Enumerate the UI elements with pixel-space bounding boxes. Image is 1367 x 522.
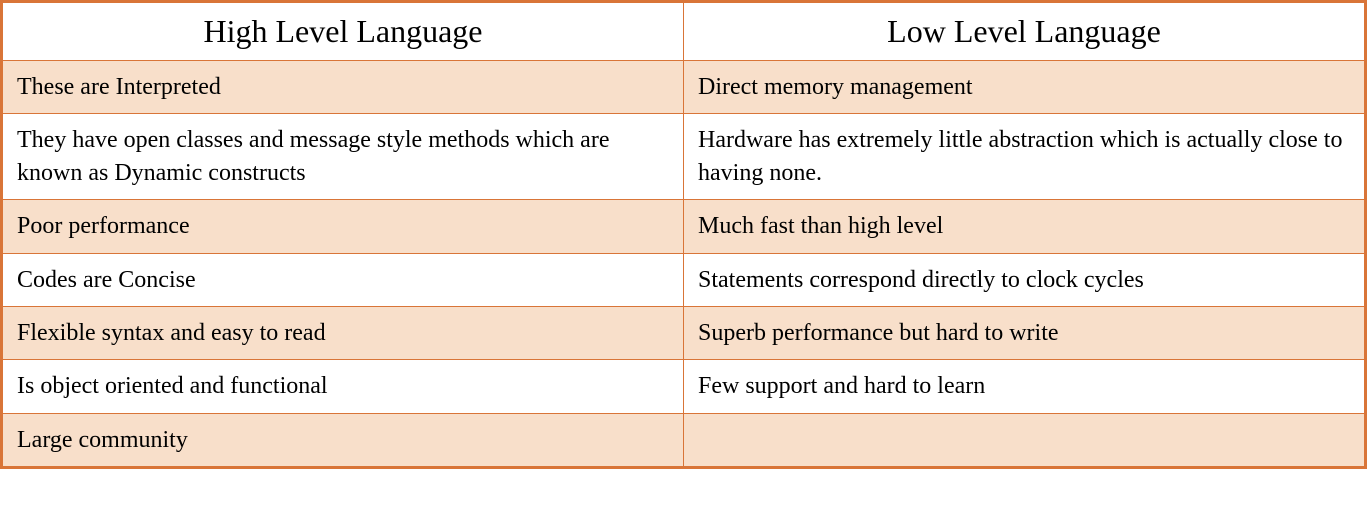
cell-low-level: Statements correspond directly to clock …	[684, 253, 1365, 306]
table-row: Flexible syntax and easy to read Superb …	[3, 306, 1365, 359]
header-high-level: High Level Language	[3, 3, 684, 61]
table-header-row: High Level Language Low Level Language	[3, 3, 1365, 61]
cell-low-level: Superb performance but hard to write	[684, 306, 1365, 359]
comparison-table: High Level Language Low Level Language T…	[2, 2, 1365, 467]
cell-high-level: Is object oriented and functional	[3, 360, 684, 413]
table-row: Is object oriented and functional Few su…	[3, 360, 1365, 413]
cell-high-level: These are Interpreted	[3, 61, 684, 114]
table-row: They have open classes and message style…	[3, 114, 1365, 200]
cell-low-level: Hardware has extremely little abstractio…	[684, 114, 1365, 200]
cell-high-level: Codes are Concise	[3, 253, 684, 306]
cell-low-level: Few support and hard to learn	[684, 360, 1365, 413]
table-row: Poor performance Much fast than high lev…	[3, 200, 1365, 253]
table-row: These are Interpreted Direct memory mana…	[3, 61, 1365, 114]
cell-high-level: They have open classes and message style…	[3, 114, 684, 200]
cell-low-level	[684, 413, 1365, 466]
cell-low-level: Direct memory management	[684, 61, 1365, 114]
cell-high-level: Poor performance	[3, 200, 684, 253]
header-low-level: Low Level Language	[684, 3, 1365, 61]
comparison-table-container: High Level Language Low Level Language T…	[0, 0, 1367, 469]
table-row: Large community	[3, 413, 1365, 466]
cell-low-level: Much fast than high level	[684, 200, 1365, 253]
cell-high-level: Large community	[3, 413, 684, 466]
table-row: Codes are Concise Statements correspond …	[3, 253, 1365, 306]
cell-high-level: Flexible syntax and easy to read	[3, 306, 684, 359]
